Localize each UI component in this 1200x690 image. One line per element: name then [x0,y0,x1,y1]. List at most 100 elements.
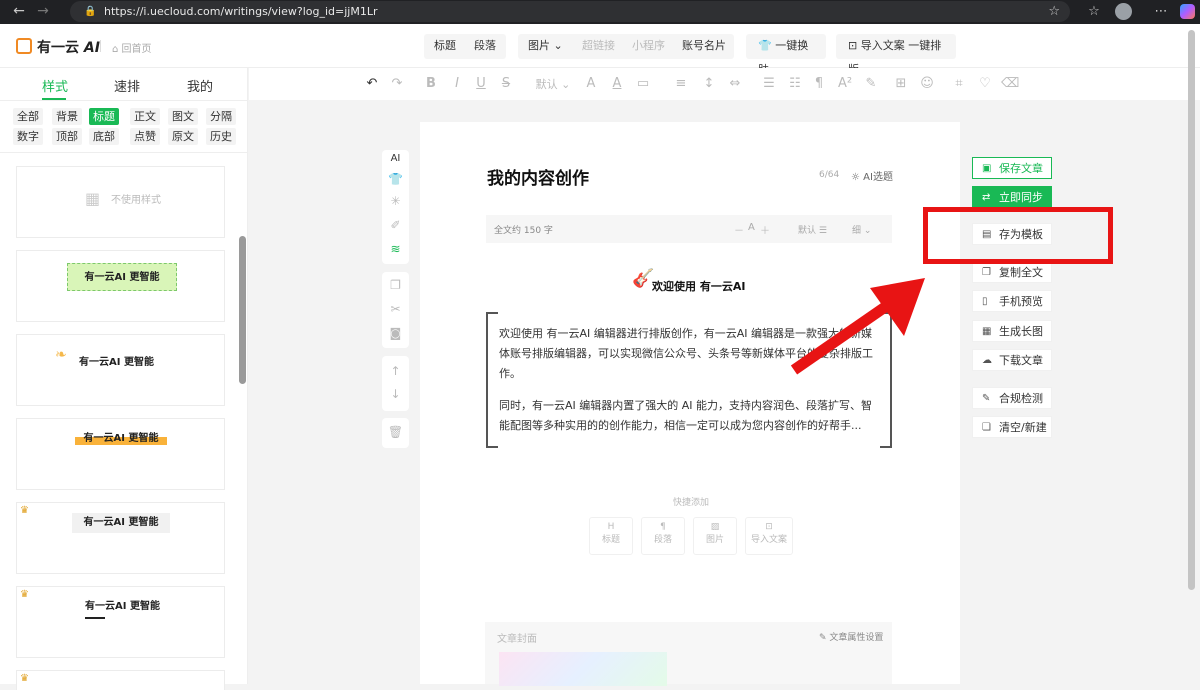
ai-icon[interactable]: AI [382,153,409,164]
cover-image[interactable] [499,652,667,686]
style-card-3[interactable]: 有一云AI 更智能 [16,418,225,490]
header-image-button[interactable]: 图片 ⌄ [520,34,571,58]
quick-add-paragraph[interactable]: ¶ 段落 [641,517,685,555]
redo-icon[interactable]: ↷ [389,76,405,91]
chip-all[interactable]: 全部 [13,108,43,125]
eraser-icon[interactable]: ⌫ [1001,76,1019,91]
star-icon[interactable]: ☆ [1048,1,1060,22]
chip-like[interactable]: 点赞 [130,128,160,145]
forward-icon[interactable]: → [34,3,52,19]
copy-icon[interactable]: ❐ [382,278,409,292]
ordered-list-icon[interactable]: ☷ [787,76,803,91]
copy-all-button[interactable]: ❐ 复制全文 [972,261,1052,283]
header-link-button[interactable]: 超链接 [574,34,623,58]
favorites-icon[interactable]: ☆ [1086,4,1102,20]
download-article-button[interactable]: ☁ 下载文章 [972,349,1052,371]
table-icon[interactable]: ⊞ [893,76,909,91]
font-size-plus[interactable]: ＋ [760,222,770,237]
compliance-check-button[interactable]: ✎ 合规检测 [972,387,1052,409]
chip-body[interactable]: 正文 [130,108,160,125]
chip-bottom[interactable]: 底部 [89,128,119,145]
font-size-minus[interactable]: － [734,222,744,237]
quick-add-title[interactable]: H 标题 [589,517,633,555]
chip-background[interactable]: 背景 [52,108,82,125]
style-card-2[interactable]: ❧ 有一云AI 更智能 [16,334,225,406]
left-scrollbar[interactable] [239,236,246,384]
format-paint-icon[interactable]: ✎ [863,76,879,91]
quick-add-image[interactable]: ▨ 图片 [693,517,737,555]
back-icon[interactable]: ← [10,3,28,19]
page-scrollbar[interactable] [1188,30,1195,590]
save-article-button[interactable]: ▣ 保存文章 [972,157,1052,179]
paragraph-icon[interactable]: ¶ [811,76,827,91]
clear-new-button[interactable]: ❏ 清空/新建 [972,416,1052,438]
long-image-button[interactable]: ▦ 生成长图 [972,320,1052,342]
tab-mine[interactable]: 我的 [187,76,213,98]
welcome-heading[interactable]: 欢迎使用 有一云AI [652,278,745,294]
article-settings-link[interactable]: ✎ 文章属性设置 [819,630,883,643]
sparkle-icon[interactable]: ✳ [382,194,409,208]
brush-icon[interactable]: ✐ [382,218,409,232]
highlight-icon[interactable]: ▭ [635,76,651,91]
skin-button[interactable]: 👕 一键换肤 [746,34,826,76]
font-family-select[interactable]: 默认 ⌄ [533,76,573,92]
chip-top[interactable]: 顶部 [52,128,82,145]
trash-icon[interactable]: 🗑 [382,425,409,439]
style-card-none[interactable]: ▦ 不使用样式 [16,166,225,238]
strikethrough-icon[interactable]: S [498,76,514,91]
quick-add-import[interactable]: ⊡ 导入文案 [745,517,793,555]
weight-select[interactable]: 细 ⌄ [852,223,871,236]
chip-title[interactable]: 标题 [89,108,119,125]
header-title-button[interactable]: 标题 [426,34,464,58]
undo-icon[interactable]: ↶ [364,76,380,91]
shirt-icon[interactable]: 👕 [382,172,409,186]
list-icon[interactable]: ☰ [761,76,777,91]
font-size-icon[interactable]: A [583,76,599,91]
line-height-icon[interactable]: ↕ [701,76,717,91]
home-link[interactable]: ⌂ 回首页 [112,40,152,55]
italic-icon[interactable]: I [449,76,465,91]
profile-avatar[interactable] [1115,3,1132,20]
copilot-icon[interactable] [1180,4,1195,19]
wave-icon[interactable]: ≋ [382,242,409,256]
header-account-card-button[interactable]: 账号名片 [674,34,734,58]
font-color-icon[interactable]: A [609,76,625,91]
spacing-select[interactable]: 默认 ☰ [798,223,827,236]
emoji-icon[interactable]: ☺ [919,76,935,91]
header-miniprogram-button[interactable]: 小程序 [624,34,673,58]
chip-original[interactable]: 原文 [168,128,198,145]
move-up-icon[interactable]: ↑ [382,364,409,378]
superscript-icon[interactable]: A² [837,76,853,91]
heart-icon[interactable]: ♡ [977,76,993,91]
style-sample-yellow: 有一云AI 更智能 [75,429,167,445]
ai-title-button[interactable]: ☼ AI选题 [851,168,893,183]
chip-history[interactable]: 历史 [206,128,236,145]
camera-icon[interactable]: ◙ [382,326,409,340]
paragraph-2[interactable]: 同时，有一云AI 编辑器内置了强大的 AI 能力，支持内容润色、段落扩写、智能配… [499,396,883,436]
tab-quick-layout[interactable]: 速排 [114,76,140,98]
style-card-4[interactable]: ♛ 有一云AI 更智能 [16,502,225,574]
align-icon[interactable]: ≡ [673,76,689,91]
header-paragraph-button[interactable]: 段落 [466,34,504,58]
article-title[interactable]: 我的内容创作 [487,164,589,189]
sync-now-button[interactable]: ⇄ 立即同步 [972,186,1052,208]
move-down-icon[interactable]: ↓ [382,387,409,401]
mobile-preview-button[interactable]: ▯ 手机预览 [972,290,1052,312]
letter-spacing-icon[interactable]: ⇔ [727,76,743,91]
chip-divider[interactable]: 分隔 [206,108,236,125]
style-card-1[interactable]: 有一云AI 更智能 [16,250,225,322]
phone-icon: ▯ [982,296,988,307]
style-card-6[interactable]: ♛ [16,670,225,690]
import-button[interactable]: ⊡ 导入文案 一键排版 [836,34,956,76]
bold-icon[interactable]: B [423,76,439,91]
chip-image-text[interactable]: 图文 [168,108,198,125]
logo-text[interactable]: 有一云 AI [37,37,100,57]
more-icon[interactable]: ⋯ [1153,4,1169,20]
cut-icon[interactable]: ✂ [382,302,409,316]
chip-number[interactable]: 数字 [13,128,43,145]
tab-style[interactable]: 样式 [42,76,68,98]
frame-icon[interactable]: ⌗ [951,76,967,91]
style-card-5[interactable]: ♛ 有一云AI 更智能 [16,586,225,658]
address-bar[interactable]: 🔒 https://i.uecloud.com/writings/view?lo… [70,1,1070,22]
underline-icon[interactable]: U [473,76,489,91]
